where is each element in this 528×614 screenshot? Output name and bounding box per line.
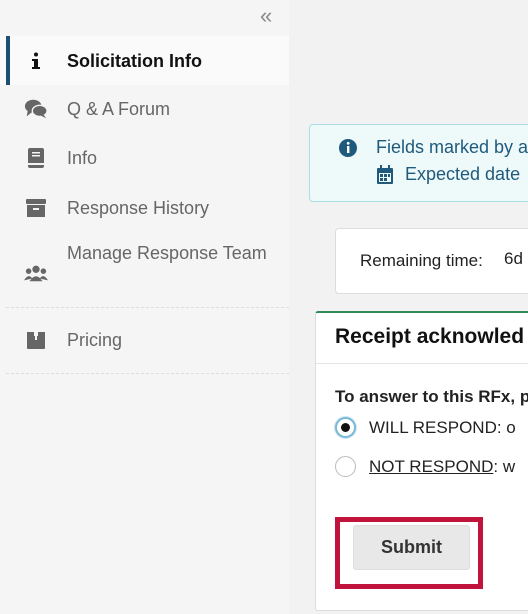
remaining-time-box: Remaining time: 6d	[335, 228, 528, 294]
users-icon	[24, 261, 48, 285]
active-indicator	[6, 36, 10, 85]
response-prompt: To answer to this RFx, p	[335, 387, 528, 406]
info-alert: Fields marked by a Expected date	[309, 124, 528, 202]
sidebar-item-pricing[interactable]: Pricing	[0, 319, 289, 361]
radio-button-checked[interactable]	[335, 417, 356, 438]
sidebar: « Solicitation Info Q & A Forum Info Res…	[0, 0, 289, 614]
submit-button[interactable]: Submit	[353, 525, 470, 570]
info-text-required: Fields marked by a	[376, 137, 528, 157]
info-icon	[24, 49, 48, 73]
sidebar-item-label: Response History	[67, 198, 210, 218]
sidebar-item-response-history[interactable]: Response History	[0, 187, 289, 229]
sidebar-item-qa-forum[interactable]: Q & A Forum	[0, 88, 289, 130]
collapse-sidebar-icon[interactable]: «	[260, 5, 272, 27]
sidebar-divider	[6, 373, 289, 374]
sidebar-item-label: Pricing	[67, 330, 123, 350]
comments-icon	[24, 97, 48, 121]
sidebar-item-solicitation-info[interactable]: Solicitation Info	[0, 36, 289, 85]
radio-will-respond[interactable]: WILL RESPOND: o	[335, 417, 516, 438]
radio-not-respond[interactable]: NOT RESPOND: w	[335, 456, 515, 477]
remaining-time-value: 6d	[504, 249, 523, 268]
sidebar-item-label: Q & A Forum	[67, 99, 171, 119]
will-respond-label: WILL RESPOND	[369, 417, 497, 437]
sidebar-divider	[6, 307, 289, 308]
sidebar-item-info[interactable]: Info	[0, 137, 289, 179]
remaining-time-label: Remaining time:	[360, 251, 483, 270]
sidebar-item-label: Solicitation Info	[67, 50, 202, 71]
sidebar-item-label: Manage Response Team	[67, 243, 267, 263]
info-circle-icon	[338, 138, 358, 163]
book-icon	[24, 146, 48, 170]
radio-button[interactable]	[335, 456, 356, 477]
archive-icon	[24, 196, 48, 220]
card-divider	[316, 363, 528, 364]
card-title: Receipt acknowled	[335, 325, 525, 348]
info-text-expected-date: Expected date	[405, 164, 521, 184]
box-icon	[24, 328, 48, 352]
will-respond-desc: : o	[496, 417, 516, 437]
not-respond-desc: : w	[493, 456, 516, 476]
not-respond-link[interactable]: NOT RESPOND	[369, 457, 493, 476]
calendar-icon	[376, 165, 394, 190]
sidebar-item-label: Info	[67, 148, 98, 168]
sidebar-item-manage-response-team[interactable]: Manage Response Team	[0, 240, 289, 306]
